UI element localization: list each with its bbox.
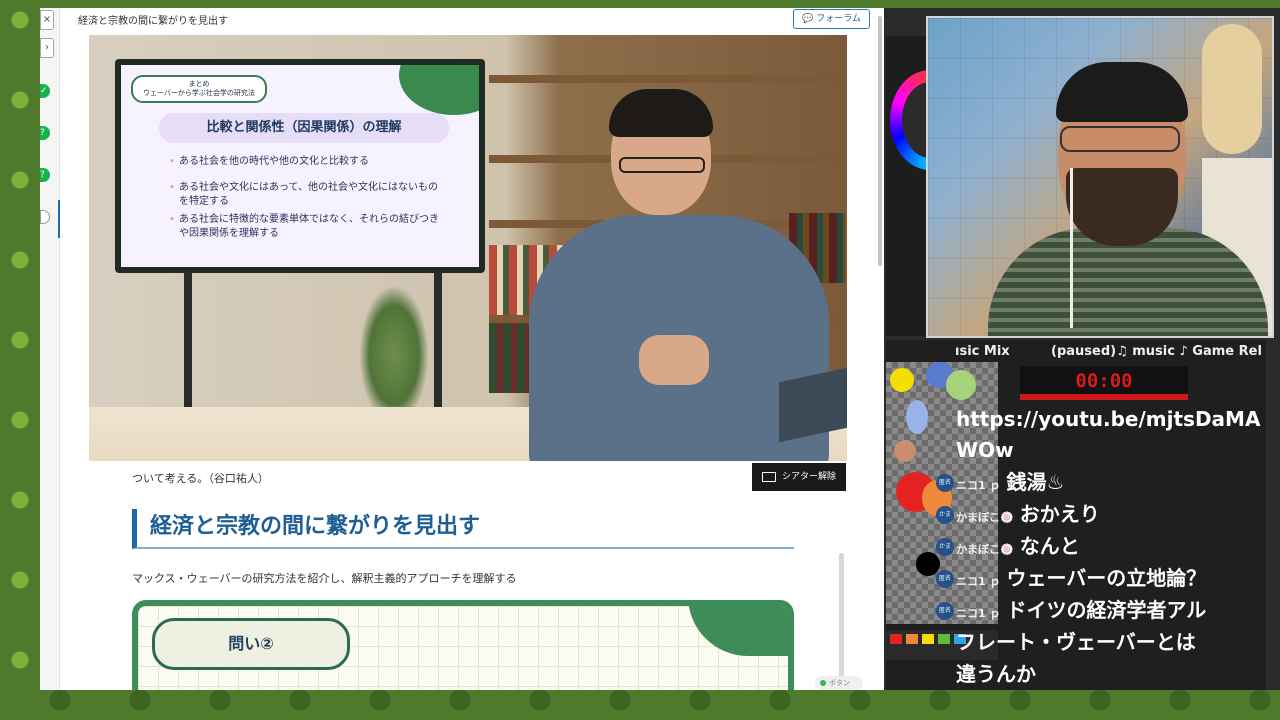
chat-message: 匿名 ニコ1 ｐ ウェーバーの立地論？ xyxy=(930,562,1266,594)
presenter-glasses xyxy=(619,157,705,173)
chat-continuation: 違うんか xyxy=(956,662,1036,686)
slide-tag: まとめ ウェーバーから学ぶ社会学の研究法 xyxy=(131,75,267,103)
chat-username: かまぼこ🍥 xyxy=(956,543,1014,556)
chat-username: ニコ1 ｐ xyxy=(956,607,1001,620)
chat-message: かま かまぼこ🍥 なんと xyxy=(930,530,1266,562)
chat-url-message: https://youtu.be/mjtsDaMAWOw xyxy=(956,407,1261,462)
paint-blob xyxy=(890,368,914,392)
section-description: マックス・ウェーバーの研究方法を紹介し、解釈主義的アプローチを理解する xyxy=(132,572,517,585)
current-item-icon[interactable] xyxy=(40,210,50,224)
browser-window: × › ✓ ? ? 経済と宗教の間に繋がりを見出す 💬 フォーラム まとめ ウェ… xyxy=(40,8,884,690)
presenter-hands xyxy=(639,335,709,385)
video-caption: ついて考える。（谷口祐人） xyxy=(132,472,269,485)
chat-feed: https://youtu.be/mjtsDaMAWOw 匿名 ニコ1 ｐ 銭湯♨… xyxy=(930,404,1266,690)
slide-heading: 比較と関係性（因果関係）の理解 xyxy=(159,113,449,143)
page-scrollbar[interactable] xyxy=(878,16,882,266)
theater-label: シアター解除 xyxy=(782,472,837,482)
webcam-feed xyxy=(926,16,1274,338)
chat-text: ドイツの経済学者アル xyxy=(1006,598,1207,622)
music-right: (paused)♫ music ♪ Game Rel xyxy=(1051,344,1262,359)
chat-text: ウェーバーの立地論？ xyxy=(1006,566,1207,590)
slide-decoration xyxy=(399,65,479,115)
presenter-hair xyxy=(609,89,713,137)
paint-blob xyxy=(946,370,976,400)
chat-text: おかえり xyxy=(1019,502,1100,526)
streamer-glasses xyxy=(1060,126,1180,152)
plant xyxy=(359,285,429,425)
slide-item: ある社会や文化にはあって、他の社会や文化にはないものを特定する xyxy=(169,181,439,209)
expand-icon[interactable]: › xyxy=(40,38,54,58)
music-left: ısic Mix xyxy=(955,344,1010,359)
paint-blob xyxy=(894,440,916,462)
stream-timer: 00:00 xyxy=(1020,366,1188,400)
books xyxy=(489,323,529,393)
chat-text: 銭湯♨ xyxy=(1006,470,1065,494)
theater-exit-button[interactable]: シアター解除 xyxy=(752,463,846,491)
earphone-cable xyxy=(1070,168,1073,328)
slide: まとめ ウェーバーから学ぶ社会学の研究法 比較と関係性（因果関係）の理解 ある社… xyxy=(121,65,479,267)
content-scrollbar[interactable] xyxy=(839,553,844,690)
avatar: かま xyxy=(936,506,954,524)
question-card: 問い② xyxy=(132,600,794,690)
slide-tag-line1: まとめ xyxy=(188,80,210,88)
bookshelf xyxy=(489,75,847,83)
palette-swatch[interactable] xyxy=(890,634,902,644)
music-ticker: ısic Mix (paused)♫ music ♪ Game Rel xyxy=(955,344,1268,359)
chat-message: 匿名 ニコ1 ｐ 銭湯♨ xyxy=(930,466,1266,498)
question-icon[interactable]: ? xyxy=(40,126,50,140)
section-title: 経済と宗教の間に繋がりを見出す xyxy=(132,509,794,549)
forum-label: フォーラム xyxy=(816,14,861,24)
chat-message: かま かまぼこ🍥 おかえり xyxy=(930,498,1266,530)
paint-blob xyxy=(906,400,928,434)
video-player[interactable]: まとめ ウェーバーから学ぶ社会学の研究法 比較と関係性（因果関係）の理解 ある社… xyxy=(89,35,847,461)
slide-tag-line2: ウェーバーから学ぶ社会学の研究法 xyxy=(143,89,255,97)
check-icon[interactable]: ✓ xyxy=(40,84,50,98)
chat-continuation: フレート・ヴェーバーとは xyxy=(956,630,1196,654)
chat-message: 匿名 ニコ1 ｐ ドイツの経済学者アル xyxy=(930,594,1266,626)
theater-icon xyxy=(762,472,776,482)
question-label: 問い② xyxy=(152,618,350,670)
slide-item: ある社会を他の時代や他の文化と比較する xyxy=(169,155,439,169)
palette-swatch[interactable] xyxy=(906,634,918,644)
left-rail: × › ✓ ? ? xyxy=(40,8,60,690)
chat-username: ニコ1 ｐ xyxy=(956,479,1001,492)
question-icon[interactable]: ? xyxy=(40,168,50,182)
active-indicator xyxy=(58,200,60,238)
forum-button[interactable]: 💬 フォーラム xyxy=(793,9,870,29)
avatar: 匿名 xyxy=(936,570,954,588)
tv-monitor: まとめ ウェーバーから学ぶ社会学の研究法 比較と関係性（因果関係）の理解 ある社… xyxy=(115,59,485,273)
avatar: かま xyxy=(936,538,954,556)
avatar: 匿名 xyxy=(936,474,954,492)
card-decoration xyxy=(688,606,788,656)
teddy-bear xyxy=(1202,24,1262,154)
chat-username: ニコ1 ｐ xyxy=(956,575,1001,588)
avatar: 匿名 xyxy=(936,602,954,620)
status-pill[interactable]: ボタン xyxy=(815,676,863,690)
close-icon[interactable]: × xyxy=(40,10,54,30)
chat-text: なんと xyxy=(1019,534,1080,558)
chat-username: かまぼこ🍥 xyxy=(956,511,1014,524)
page-title: 経済と宗教の間に繋がりを見出す xyxy=(78,16,228,27)
slide-item: ある社会に特徴的な要素単体ではなく、それらの結びつきや因果関係を理解する xyxy=(169,213,439,241)
